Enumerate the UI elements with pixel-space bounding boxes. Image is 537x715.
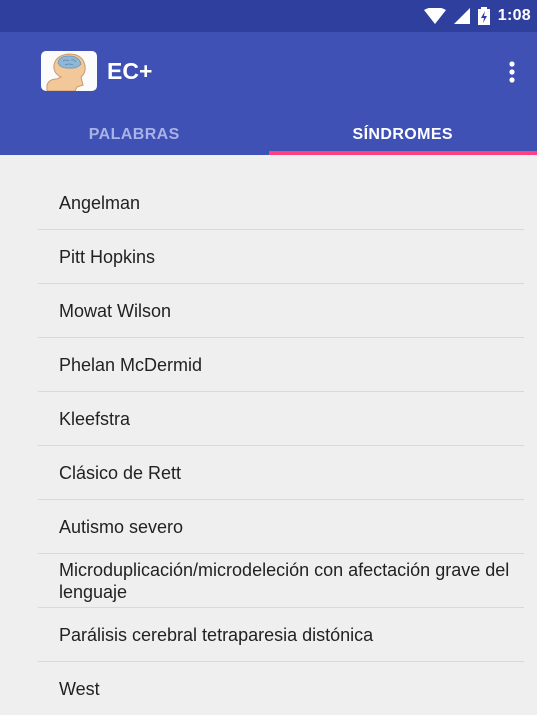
tab-bar: PALABRAS SÍNDROMES bbox=[0, 114, 537, 155]
list-item-microduplicacion[interactable]: Microduplicación/microdeleción con afect… bbox=[38, 554, 524, 608]
app-bar: EC+ PALABRAS SÍNDROMES bbox=[0, 32, 537, 155]
list-item-kleefstra[interactable]: Kleefstra bbox=[38, 392, 524, 446]
syndrome-list: Angelman Pitt Hopkins Mowat Wilson Phela… bbox=[38, 176, 524, 715]
list-item-autismo-severo[interactable]: Autismo severo bbox=[38, 500, 524, 554]
signal-icon bbox=[454, 8, 470, 24]
tab-sindromes[interactable]: SÍNDROMES bbox=[269, 114, 537, 155]
status-time: 1:08 bbox=[498, 7, 531, 25]
wifi-icon bbox=[424, 8, 446, 24]
status-bar: 1:08 bbox=[0, 0, 537, 32]
list-item-west[interactable]: West bbox=[38, 662, 524, 715]
list-item-pitt-hopkins[interactable]: Pitt Hopkins bbox=[38, 230, 524, 284]
list-item-paralisis-cerebral[interactable]: Parálisis cerebral tetraparesia distónic… bbox=[38, 608, 524, 662]
more-vert-icon[interactable] bbox=[500, 56, 524, 88]
app-title: EC+ bbox=[107, 58, 152, 85]
tab-palabras[interactable]: PALABRAS bbox=[0, 114, 269, 155]
list-item-phelan-mcdermid[interactable]: Phelan McDermid bbox=[38, 338, 524, 392]
list-item-clasico-de-rett[interactable]: Clásico de Rett bbox=[38, 446, 524, 500]
head-brain-logo bbox=[41, 51, 97, 91]
list-item-mowat-wilson[interactable]: Mowat Wilson bbox=[38, 284, 524, 338]
battery-icon bbox=[478, 7, 490, 25]
list-item-angelman[interactable]: Angelman bbox=[38, 176, 524, 230]
status-icons: 1:08 bbox=[424, 0, 531, 32]
